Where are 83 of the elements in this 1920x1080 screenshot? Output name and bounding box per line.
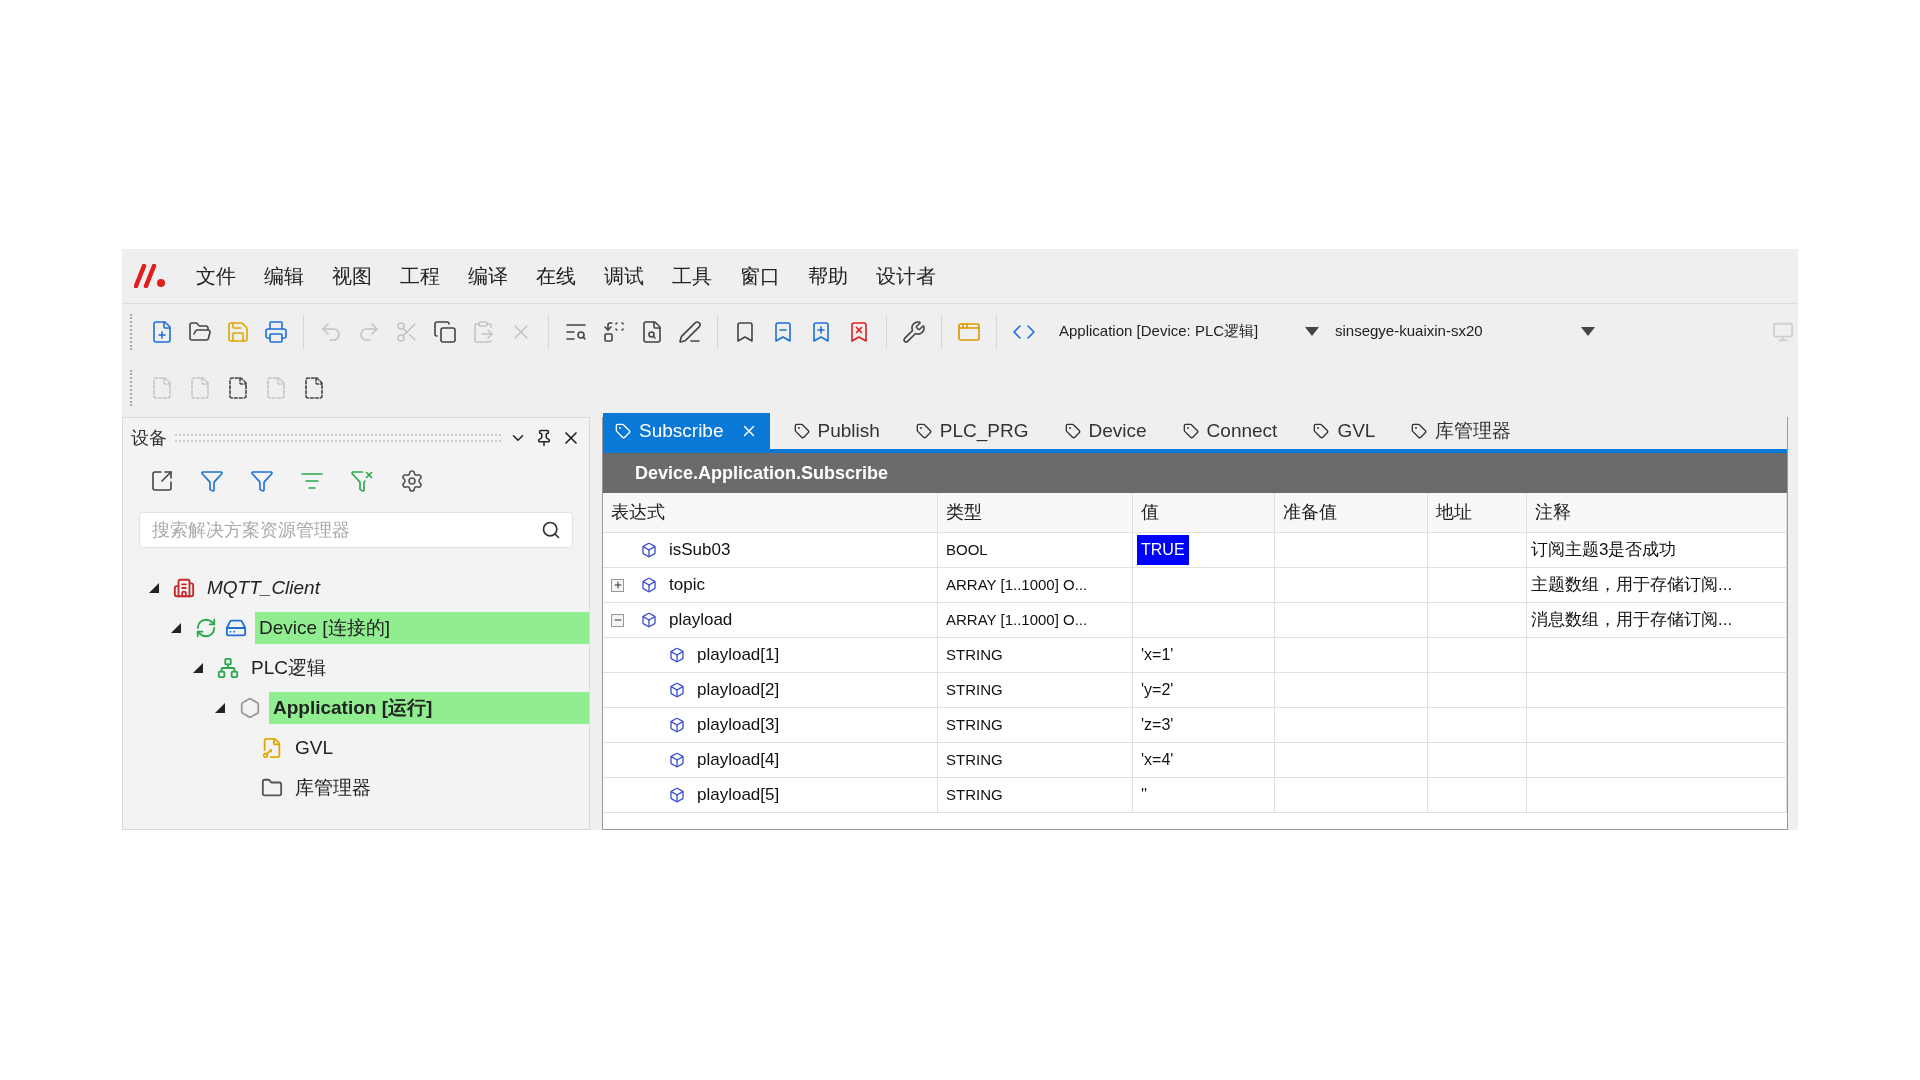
column-header[interactable]: 值 xyxy=(1133,493,1275,532)
expanded-triangle-icon[interactable] xyxy=(215,703,225,713)
editor-tab[interactable]: 库管理器 xyxy=(1399,413,1524,449)
tree-item[interactable]: Device [连接的] xyxy=(255,612,589,644)
table-cell-text: ARRAY [1..1000] O... xyxy=(946,574,1088,595)
panel-title: 设备 xyxy=(131,426,167,450)
sync-icon xyxy=(195,617,217,639)
menu-item[interactable]: 窗口 xyxy=(728,261,792,291)
menu-item[interactable]: 设计者 xyxy=(864,261,948,291)
dropdown[interactable]: Application [Device: PLC逻辑] xyxy=(1059,312,1319,351)
menu-item[interactable]: 工具 xyxy=(660,261,724,291)
column-header[interactable]: 注释 xyxy=(1527,493,1787,532)
path-bar: Device.Application.Subscribe xyxy=(603,453,1787,493)
tree-item[interactable]: Application [运行] xyxy=(269,692,589,724)
tag-icon xyxy=(793,423,810,439)
table-cell-text: ARRAY [1..1000] O... xyxy=(946,609,1088,630)
menu-item[interactable]: 调试 xyxy=(592,261,656,291)
search-icon[interactable] xyxy=(541,520,561,540)
value-cell-text: 'y=2' xyxy=(1140,680,1175,700)
table-cell-text: STRING xyxy=(946,749,1003,770)
editor-tab[interactable]: Device xyxy=(1052,413,1159,449)
tag-icon xyxy=(1064,423,1081,439)
editor-tab[interactable]: PLC_PRG xyxy=(903,413,1041,449)
search-field[interactable]: 搜索解决方案资源管理器 xyxy=(139,512,573,548)
tree-item[interactable]: PLC逻辑 xyxy=(247,652,589,684)
menu-item[interactable]: 文件 xyxy=(184,261,248,291)
table-cell-text: STRING xyxy=(946,714,1003,735)
menu-item[interactable]: 编辑 xyxy=(252,261,316,291)
expanded-triangle-icon[interactable] xyxy=(149,583,159,593)
tag-icon xyxy=(615,423,631,439)
column-header[interactable]: 准备值 xyxy=(1275,493,1428,532)
tree-item[interactable]: 库管理器 xyxy=(291,772,589,804)
logo-icon xyxy=(134,264,168,288)
value-cell-text: '' xyxy=(1140,785,1149,805)
editor-tab[interactable]: Subscribe xyxy=(603,413,770,449)
menu-item[interactable]: 帮助 xyxy=(796,261,860,291)
variable-name: topic xyxy=(669,574,705,597)
tag-icon xyxy=(915,423,932,439)
column-header[interactable]: 地址 xyxy=(1428,493,1527,532)
folder-icon xyxy=(261,777,283,799)
hexagon-icon xyxy=(239,697,261,719)
table-cell-text: BOOL xyxy=(946,539,988,560)
menu-item[interactable]: 工程 xyxy=(388,261,452,291)
expanded-triangle-icon[interactable] xyxy=(193,663,203,673)
network-icon xyxy=(217,657,239,679)
column-header[interactable]: 类型 xyxy=(938,493,1133,532)
editor-tab[interactable]: Connect xyxy=(1170,413,1290,449)
variable-name: playload[2] xyxy=(697,679,780,702)
expand-icon[interactable] xyxy=(611,578,624,592)
variable-name: playload[4] xyxy=(697,749,780,772)
menu-item[interactable]: 视图 xyxy=(320,261,384,291)
comment-cell-text: 消息数组，用于存储订阅... xyxy=(1531,609,1733,632)
dropdown[interactable]: sinsegye-kuaixin-sx20 xyxy=(1335,312,1595,351)
value-cell: TRUE xyxy=(1137,535,1189,565)
building-icon xyxy=(173,577,195,599)
tag-icon xyxy=(1182,423,1199,439)
tag-icon xyxy=(1411,423,1428,439)
value-cell-text: 'z=3' xyxy=(1140,715,1175,735)
table-cell-text: STRING xyxy=(946,644,1003,665)
variable-name: playload xyxy=(669,609,733,632)
variable-name: playload[3] xyxy=(697,714,780,737)
value-cell-text: 'x=4' xyxy=(1140,750,1175,770)
variable-name: playload[1] xyxy=(697,644,780,667)
comment-cell-text: 订阅主题3是否成功 xyxy=(1531,539,1677,562)
editor-tab[interactable]: Publish xyxy=(781,413,892,449)
table-cell-text: STRING xyxy=(946,679,1003,700)
variable-name: playload[5] xyxy=(697,784,780,807)
collapse-icon[interactable] xyxy=(611,613,624,627)
drag-handle[interactable] xyxy=(175,434,501,442)
tree-item[interactable]: GVL xyxy=(291,732,589,764)
menu-item[interactable]: 编译 xyxy=(456,261,520,291)
tree-item[interactable]: MQTT_Client xyxy=(203,572,589,604)
menu-item[interactable]: 在线 xyxy=(524,261,588,291)
variable-name: isSub03 xyxy=(669,539,731,562)
pin-icon[interactable] xyxy=(535,429,553,447)
table-cell-text: STRING xyxy=(946,784,1003,805)
editor-tab[interactable]: GVL xyxy=(1301,413,1388,449)
value-cell-text: 'x=1' xyxy=(1140,645,1175,665)
tag-icon xyxy=(1313,423,1330,439)
comment-cell-text: 主题数组，用于存储订阅... xyxy=(1531,574,1733,597)
device-icon xyxy=(225,617,247,639)
column-header[interactable]: 表达式 xyxy=(603,493,938,532)
expanded-triangle-icon[interactable] xyxy=(171,623,181,633)
